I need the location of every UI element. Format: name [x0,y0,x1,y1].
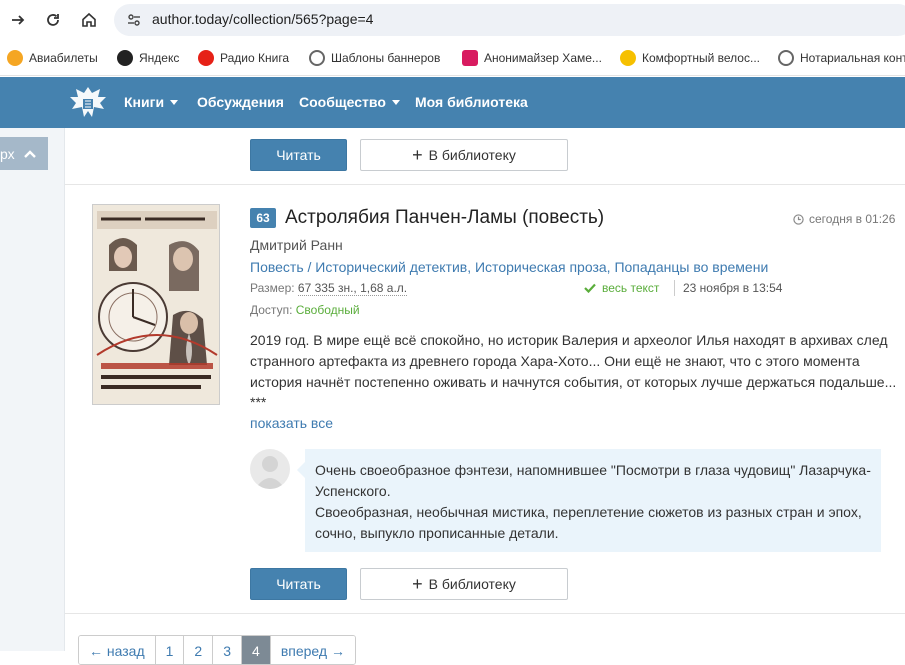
nav-my-library[interactable]: Моя библиотека [415,94,528,110]
nav-label: Обсуждения [197,94,284,110]
book-date: 23 ноября в 13:54 [683,281,783,295]
chevron-up-icon [23,149,36,158]
nav-books[interactable]: Книги [124,94,179,110]
meta-separator [674,280,675,296]
read-button[interactable]: Читать [250,568,347,600]
nav-label: Сообщество [299,94,386,110]
book-size: Размер: 67 335 зн., 1,68 а.л. [250,281,408,296]
add-to-library-button[interactable]: + В библиотеку [360,139,568,171]
show-all-link[interactable]: показать все [250,415,333,431]
book-genres[interactable]: Повесть / Исторический детектив, Историч… [250,259,768,275]
bookmark-item[interactable]: Радио Книга [198,49,289,67]
bookmark-item[interactable]: Нотариальная конт [778,49,905,67]
access-value: Свободный [295,303,360,317]
url-text[interactable]: author.today/collection/565?page=4 [152,11,373,27]
bookmark-label: Авиабилеты [29,51,98,65]
plus-icon: + [412,574,423,594]
globe-icon [778,50,794,66]
book-cover-art [93,205,219,404]
plus-icon: + [412,145,423,165]
bookmark-label: Яндекс [139,51,180,65]
bookmarks-bar: Авиабилеты Яндекс Радио Книга Шаблоны ба… [0,40,905,76]
chevron-down-icon [170,99,179,105]
review-bubble: Очень своеобразное фэнтези, напомнившее … [305,449,881,552]
book-annotation: 2019 год. В мире ещё всё спокойно, но ис… [250,332,897,390]
review-text-line: Своеобразная, необычная мистика, перепле… [315,504,862,541]
library-button-label: В библиотеку [428,147,516,163]
site-header: Книги Обсуждения Сообщество Моя библиоте… [0,77,905,128]
pagination: ← назад 1 2 3 4 вперед → [78,635,356,665]
youtube-icon [198,50,214,66]
bookmark-item[interactable]: Анонимайзер Хаме... [462,49,602,67]
book-author[interactable]: Дмитрий Ранн [250,237,343,253]
scroll-up-button[interactable]: рх [0,137,48,170]
book-number-badge: 63 [250,208,276,228]
bike-icon [620,50,636,66]
nav-label: Моя библиотека [415,94,528,110]
plane-icon [7,50,23,66]
bookmark-label: Комфортный велос... [642,51,760,65]
library-button-label: В библиотеку [428,576,516,592]
annotation-more: *** [250,394,267,410]
update-time-text: сегодня в 01:26 [809,212,896,226]
nav-label: Книги [124,94,165,110]
nav-discussions[interactable]: Обсуждения [197,94,284,110]
nav-community[interactable]: Сообщество [299,94,400,110]
anonymizer-icon [462,50,478,66]
left-gutter [0,128,64,651]
site-logo-icon[interactable] [68,83,108,121]
browser-toolbar: author.today/collection/565?page=4 [0,0,905,40]
address-bar[interactable]: author.today/collection/565?page=4 [114,4,905,36]
update-time: сегодня в 01:26 [793,212,895,226]
book-cover[interactable] [92,204,220,405]
add-to-library-button[interactable]: + В библиотеку [360,568,568,600]
size-value: 67 335 зн., 1,68 а.л. [297,281,408,296]
checkmark-icon [584,283,596,293]
content-border [64,128,65,651]
bookmark-item[interactable]: Шаблоны баннеров [309,49,440,67]
bookmark-item[interactable]: Яндекс [117,49,179,67]
avatar[interactable] [250,449,290,489]
bookmark-label: Нотариальная конт [800,51,905,65]
yandex-icon [117,50,133,66]
item-divider [65,184,905,185]
scroll-up-label: рх [0,145,15,162]
user-silhouette-icon [255,456,285,489]
full-text-label: весь текст [602,281,660,295]
clock-icon [793,213,804,225]
book-title[interactable]: Астролябия Панчен-Ламы (повесть) [285,207,604,229]
read-button-label: Читать [276,147,321,163]
review-text-line: Очень своеобразное фэнтези, напомнившее … [315,462,871,499]
full-text-status: весь текст [584,281,659,295]
forward-arrow-icon[interactable] [6,8,30,32]
access-label: Доступ: [250,303,293,317]
bookmark-label: Анонимайзер Хаме... [484,51,602,65]
bookmark-label: Радио Книга [220,51,290,65]
bookmark-item[interactable]: Авиабилеты [7,49,98,67]
read-button[interactable]: Читать [250,139,347,171]
site-settings-icon[interactable] [126,12,142,28]
bookmark-item[interactable]: Комфортный велос... [620,49,760,67]
reload-icon[interactable] [41,8,65,32]
item-divider [65,613,905,614]
book-access: Доступ: Свободный [250,303,360,317]
size-label: Размер: [250,281,295,295]
bookmark-label: Шаблоны баннеров [331,51,441,65]
home-icon[interactable] [77,8,101,32]
globe-icon [309,50,325,66]
review-bubble-tail [297,462,305,478]
read-button-label: Читать [276,576,321,592]
chevron-down-icon [391,99,400,105]
